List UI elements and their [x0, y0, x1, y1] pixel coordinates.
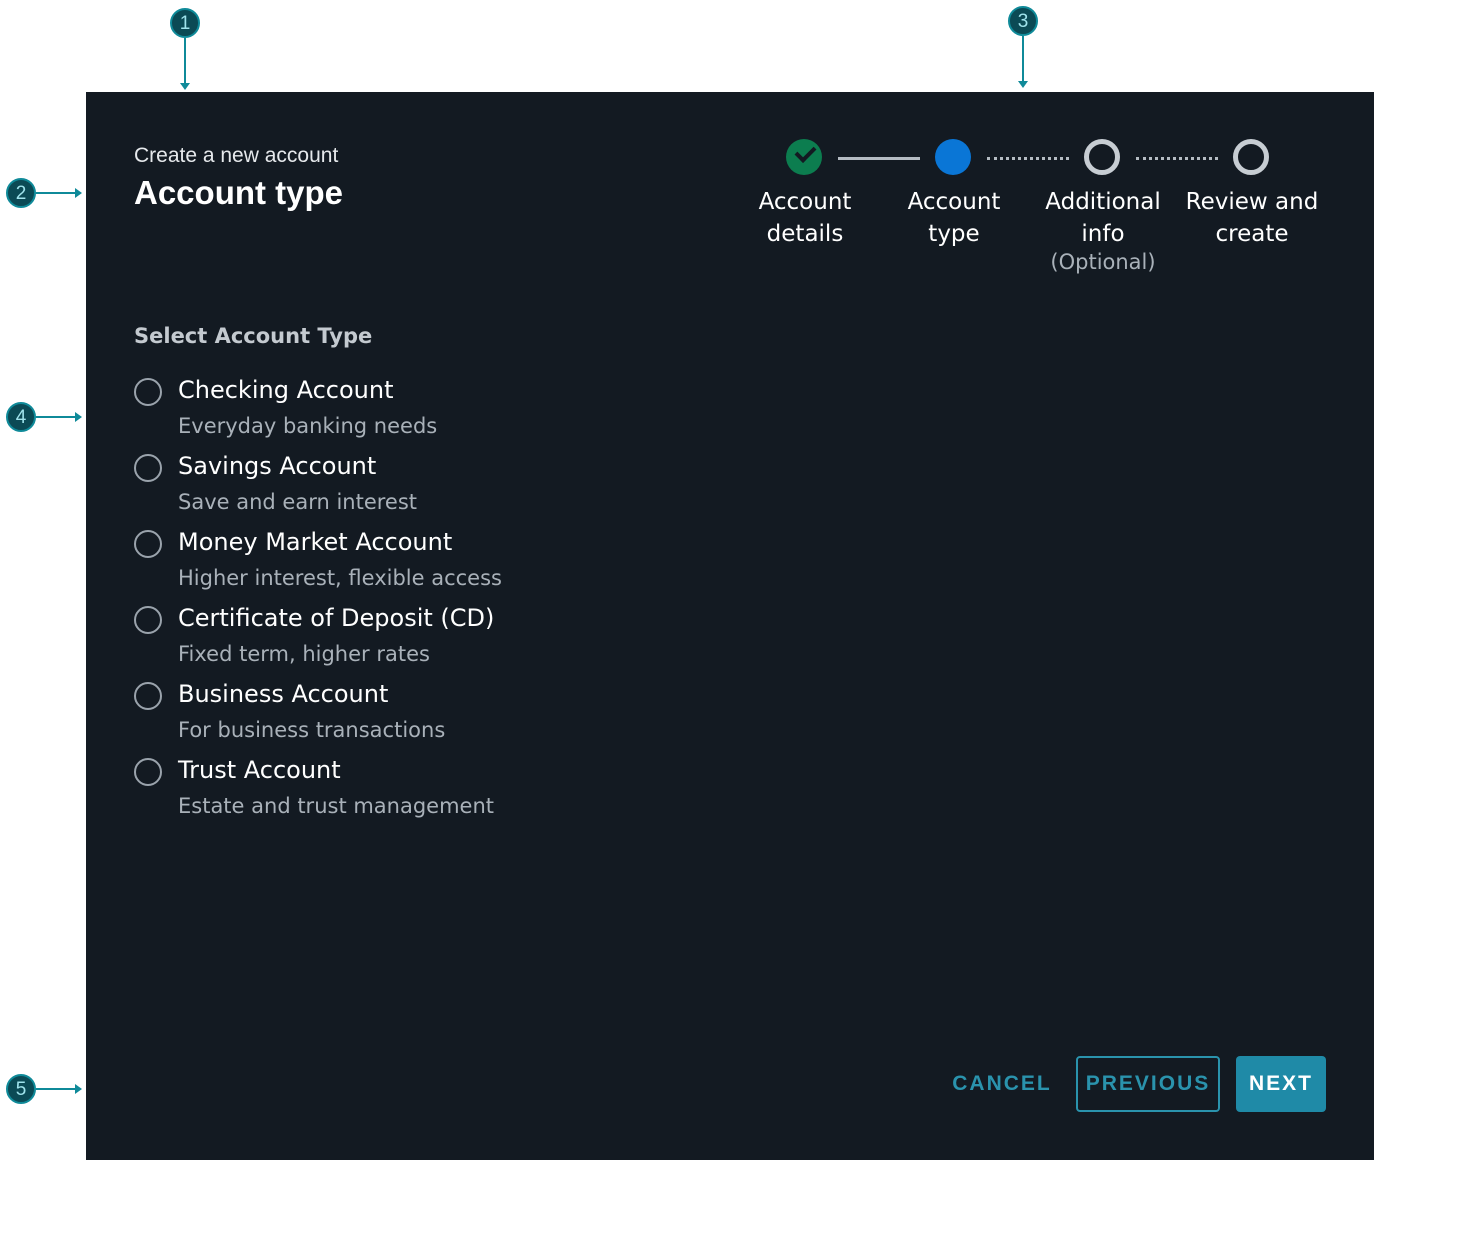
step-connector — [987, 157, 1069, 160]
option-description: Fixed term, higher rates — [178, 642, 430, 666]
option-description: Everyday banking needs — [178, 414, 438, 438]
radio-button[interactable] — [134, 682, 162, 710]
radio-option-cd[interactable]: Certificate of Deposit (CD) Fixed term, … — [134, 604, 734, 680]
option-title: Money Market Account — [178, 528, 453, 556]
option-title: Checking Account — [178, 376, 394, 404]
annotation-arrow-1 — [180, 38, 190, 90]
annotation-arrow-5 — [36, 1084, 82, 1094]
option-description: Estate and trust management — [178, 794, 495, 818]
radio-button[interactable] — [134, 606, 162, 634]
check-icon — [786, 139, 822, 175]
upcoming-step-icon — [1233, 139, 1269, 175]
step-label: Account details — [758, 189, 852, 247]
radio-button[interactable] — [134, 454, 162, 482]
annotation-marker-2: 2 — [6, 178, 36, 208]
step-connector — [838, 157, 920, 160]
radio-button[interactable] — [134, 758, 162, 786]
annotation-arrow-2 — [36, 188, 82, 198]
annotation-arrow-3 — [1018, 36, 1028, 88]
upcoming-step-icon — [1084, 139, 1120, 175]
dialog-subtitle: Create a new account — [134, 144, 339, 167]
option-title: Savings Account — [178, 452, 377, 480]
radio-option-money-market[interactable]: Money Market Account Higher interest, fl… — [134, 528, 734, 604]
progress-stepper: Account details Account type Additional … — [730, 138, 1330, 288]
step-connector — [1136, 157, 1218, 160]
option-description: Higher interest, flexible access — [178, 566, 502, 590]
option-title: Business Account — [178, 680, 389, 708]
annotation-marker-1: 1 — [170, 8, 200, 38]
step-label: Additional info — [1045, 189, 1161, 247]
radio-button[interactable] — [134, 378, 162, 406]
radio-option-savings[interactable]: Savings Account Save and earn interest — [134, 452, 734, 528]
annotation-marker-5: 5 — [6, 1074, 36, 1104]
cancel-button[interactable]: CANCEL — [946, 1056, 1058, 1112]
annotation-marker-4: 4 — [6, 402, 36, 432]
account-type-radio-group: Checking Account Everyday banking needs … — [134, 376, 734, 832]
previous-button[interactable]: PREVIOUS — [1076, 1056, 1220, 1112]
annotation-arrow-4 — [36, 412, 82, 422]
current-step-icon — [935, 139, 971, 175]
option-title: Trust Account — [178, 756, 341, 784]
account-type-label: Select Account Type — [134, 324, 373, 348]
option-description: For business transactions — [178, 718, 446, 742]
option-description: Save and earn interest — [178, 490, 418, 514]
annotation-marker-3: 3 — [1008, 6, 1038, 36]
create-account-dialog: Create a new account Account type Accoun… — [86, 92, 1374, 1160]
option-title: Certificate of Deposit (CD) — [178, 604, 495, 632]
next-button[interactable]: NEXT — [1236, 1056, 1326, 1112]
step-label: Account type — [907, 189, 1001, 247]
step-label: Review and create — [1185, 189, 1319, 247]
radio-option-checking[interactable]: Checking Account Everyday banking needs — [134, 376, 734, 452]
radio-option-business[interactable]: Business Account For business transactio… — [134, 680, 734, 756]
step-optional-note: (Optional) — [1050, 250, 1156, 274]
dialog-title: Account type — [134, 174, 344, 211]
radio-option-trust[interactable]: Trust Account Estate and trust managemen… — [134, 756, 734, 832]
radio-button[interactable] — [134, 530, 162, 558]
